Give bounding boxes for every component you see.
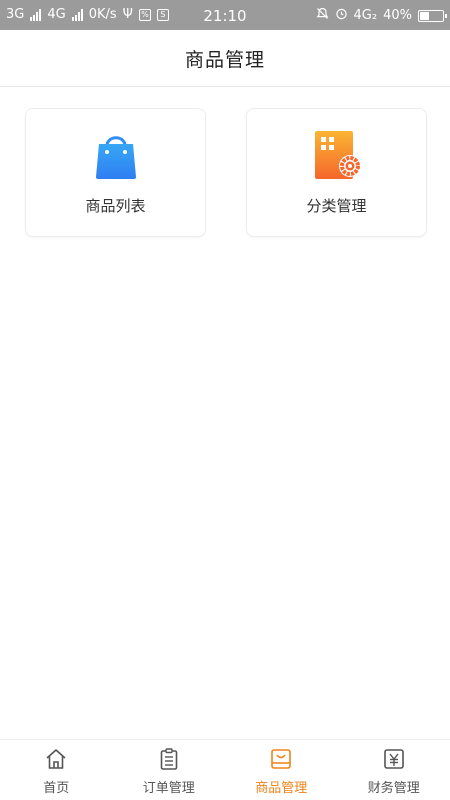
alarm-icon	[335, 7, 348, 24]
bottom-tab-bar: 首页 订单管理 商品管理 财务管理	[0, 739, 450, 800]
category-management-card[interactable]: 分类管理	[246, 108, 427, 237]
page-title: 商品管理	[184, 48, 265, 71]
category-management-label: 分类管理	[306, 197, 367, 215]
product-list-label: 商品列表	[85, 197, 146, 215]
product-tray-icon	[271, 749, 292, 769]
battery-icon	[418, 9, 447, 22]
shopping-bag-icon	[96, 136, 136, 179]
tab-products-label: 商品管理	[255, 781, 308, 796]
tab-orders-label: 订单管理	[142, 781, 195, 796]
status-bar: 3G 4G 0K/s Ψ % S 21:10 4G₂ 40%	[0, 0, 450, 30]
tab-products[interactable]: 商品管理	[225, 740, 338, 800]
tab-finance[interactable]: 财务管理	[338, 740, 450, 800]
battery-percent: 40%	[383, 8, 412, 23]
network-4g2-label: 4G₂	[353, 8, 378, 23]
clipboard-icon	[160, 748, 178, 770]
tab-orders[interactable]: 订单管理	[113, 740, 226, 800]
tab-finance-label: 财务管理	[367, 781, 420, 796]
product-list-card[interactable]: 商品列表	[25, 108, 206, 237]
category-settings-icon	[315, 131, 361, 179]
tab-home-label: 首页	[43, 781, 70, 796]
home-icon	[46, 749, 66, 769]
navigation-header: 商品管理	[0, 30, 450, 87]
mute-bell-icon	[316, 7, 329, 24]
tab-home[interactable]: 首页	[0, 740, 113, 800]
yuan-icon	[383, 749, 404, 769]
